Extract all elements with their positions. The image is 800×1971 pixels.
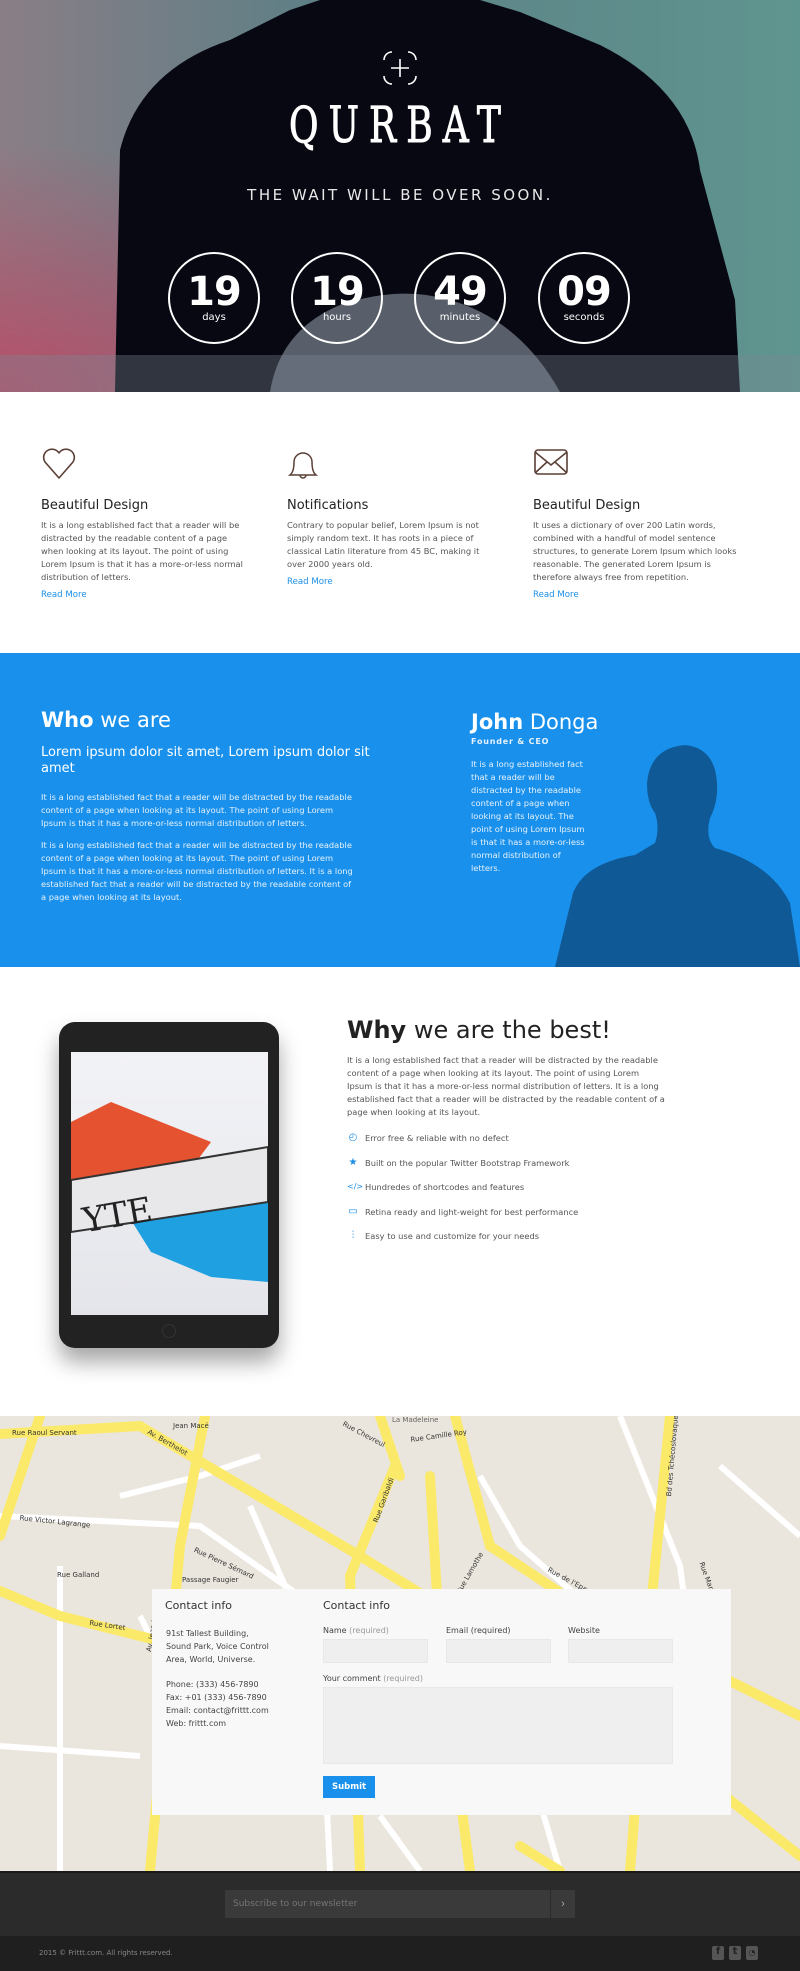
email-input[interactable] [446, 1639, 551, 1663]
list-item: ◴ Error free & reliable with no defect [348, 1132, 509, 1144]
check-circle-icon: ◴ [348, 1132, 358, 1143]
tablet-screen-image: YTE [71, 1052, 268, 1315]
star-icon: ★ [348, 1156, 358, 1168]
website-input[interactable] [568, 1639, 673, 1663]
contact-fax: Fax: +01 (333) 456-7890 [166, 1693, 267, 1702]
submit-button[interactable]: Submit [323, 1776, 375, 1798]
website-label: Website [568, 1626, 600, 1635]
read-more-link[interactable]: Read More [533, 590, 743, 600]
feature-card: Notifications Contrary to popular belief… [287, 448, 497, 587]
why-section: Why we are the best! It is a long establ… [347, 1016, 667, 1256]
email-label: Email (required) [446, 1626, 511, 1635]
countdown-minutes: 49 minutes [414, 252, 506, 344]
read-more-link[interactable]: Read More [41, 590, 251, 600]
contact-phone: Phone: (333) 456-7890 [166, 1680, 259, 1689]
facebook-icon[interactable]: f [712, 1946, 724, 1960]
feature-text: It is a long established fact that a rea… [41, 520, 243, 582]
contact-email: Email: contact@frittt.com [166, 1706, 269, 1715]
list-item: </> Hundredes of shortcodes and features [347, 1182, 525, 1192]
about-title: Who we are [41, 708, 171, 732]
feature-text: It uses a dictionary of over 200 Latin w… [533, 520, 737, 582]
contact-form-title: Contact info [323, 1599, 390, 1612]
code-icon: </> [347, 1182, 364, 1191]
contact-info-title: Contact info [165, 1599, 232, 1612]
feature-text: Contrary to popular belief, Lorem Ipsum … [287, 520, 480, 569]
list-item: ⫶ Easy to use and customize for your need… [347, 1231, 667, 1256]
newsletter-bar: › [0, 1871, 800, 1936]
about-subtitle: Lorem ipsum dolor sit amet, Lorem ipsum … [41, 745, 370, 776]
home-button [162, 1324, 176, 1338]
feature-card: Beautiful Design It is a long establishe… [41, 448, 251, 600]
comment-textarea[interactable] [323, 1687, 673, 1764]
person-role: Founder & CEO [471, 737, 550, 746]
bell-icon [287, 452, 319, 479]
why-text: It is a long established fact that a rea… [347, 1055, 665, 1117]
contact-web: Web: frittt.com [166, 1719, 227, 1728]
hero-section: QURBAT THE WAIT WILL BE OVER SOON. 19 day… [0, 0, 800, 392]
envelope-icon [534, 449, 568, 475]
feature-title: Notifications [287, 498, 369, 513]
countdown-seconds: 09 seconds [538, 252, 630, 344]
twitter-icon[interactable]: t [729, 1946, 741, 1960]
person-silhouette [555, 745, 800, 967]
sliders-icon: ⫶ [351, 1230, 355, 1241]
tablet-mockup: YTE [59, 1022, 279, 1348]
feature-title: Beautiful Design [41, 498, 149, 513]
name-input[interactable] [323, 1639, 428, 1663]
read-more-link[interactable]: Read More [287, 577, 497, 587]
tagline: THE WAIT WILL BE OVER SOON. [247, 186, 553, 204]
person-bio: It is a long established fact that a rea… [471, 759, 585, 873]
countdown-hours: 19 hours [291, 252, 383, 344]
why-list: ◴ Error free & reliable with no defect ★ B… [347, 1133, 667, 1256]
feature-card: Beautiful Design It uses a dictionary of… [533, 448, 743, 600]
about-paragraph: It is a long established fact that a rea… [41, 792, 352, 828]
bottom-bar: 2015 © Frittt.com. All rights reserved. … [0, 1936, 800, 1971]
heart-icon [42, 448, 76, 479]
about-paragraph: It is a long established fact that a rea… [41, 840, 353, 902]
brand-logo: QURBAT [289, 96, 511, 155]
list-item: ▭ Retina ready and light-weight for best … [348, 1205, 579, 1217]
comment-label: Your comment (required) [323, 1674, 423, 1683]
feature-title: Beautiful Design [533, 498, 641, 513]
about-section: Who we are Lorem ipsum dolor sit amet, L… [0, 653, 800, 967]
newsletter-input[interactable] [225, 1890, 550, 1918]
contact-address: 91st Tallest Building, Sound Park, Voice… [166, 1629, 269, 1664]
copyright: 2015 © Frittt.com. All rights reserved. [39, 1949, 173, 1957]
why-title: Why we are the best! [347, 1016, 611, 1044]
newsletter-submit-button[interactable]: › [551, 1890, 575, 1918]
list-item: ★ Built on the popular Twitter Bootstrap … [348, 1156, 570, 1168]
rss-icon[interactable]: ◔ [746, 1946, 758, 1960]
name-label: Name (required) [323, 1626, 389, 1635]
countdown-days: 19 days [168, 252, 260, 344]
monitor-icon: ▭ [348, 1205, 358, 1217]
person-name: John Donga [471, 710, 599, 734]
contact-card: Contact info 91st Tallest Building, Soun… [152, 1589, 731, 1815]
logo-icon [383, 51, 417, 85]
